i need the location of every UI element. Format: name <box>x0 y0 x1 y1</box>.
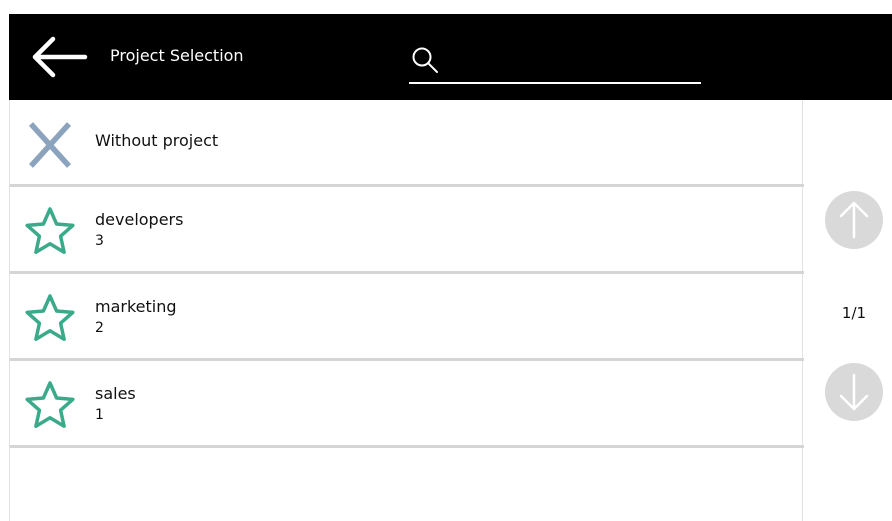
list-item-without-project[interactable]: Without project <box>10 100 804 187</box>
list-item-developers[interactable]: developers 3 <box>10 187 804 274</box>
arrow-down-icon <box>839 373 869 411</box>
pager: 1/1 <box>806 100 892 521</box>
star-icon <box>22 204 78 260</box>
star-icon <box>22 291 78 347</box>
back-button[interactable] <box>29 34 89 80</box>
list-item-label: sales <box>95 384 136 403</box>
project-list: Without project developers 3 marketing 2 <box>9 100 804 521</box>
star-icon <box>22 378 78 434</box>
page-down-button[interactable] <box>825 363 883 421</box>
search-icon[interactable] <box>411 46 439 74</box>
list-item-sales[interactable]: sales 1 <box>10 361 804 448</box>
list-item-count: 1 <box>95 407 104 423</box>
search-input[interactable] <box>449 46 695 76</box>
list-item-label: developers <box>95 210 184 229</box>
list-item-label: marketing <box>95 297 177 316</box>
page-title: Project Selection <box>110 46 244 65</box>
page-indicator: 1/1 <box>841 304 867 322</box>
page-up-button[interactable] <box>825 191 883 249</box>
arrow-left-icon <box>32 36 88 78</box>
list-item-label: Without project <box>95 131 219 150</box>
search-field[interactable] <box>409 40 701 84</box>
project-selection-screen: Project Selection Without project develo… <box>0 0 892 521</box>
close-x-icon <box>22 117 78 173</box>
list-item-count: 2 <box>95 320 104 336</box>
arrow-up-icon <box>839 201 869 239</box>
list-item-count: 3 <box>95 233 104 249</box>
list-item-marketing[interactable]: marketing 2 <box>10 274 804 361</box>
top-bar: Project Selection <box>9 14 892 100</box>
